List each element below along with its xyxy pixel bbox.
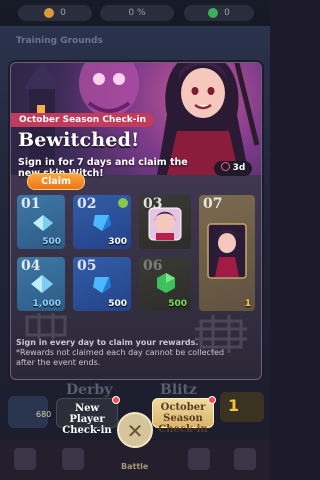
rule-note-2: *Rewards not claimed each day cannot be … [16,348,225,367]
sapphire-icon [93,215,111,231]
reward-day-5[interactable]: 05 500 [73,257,131,311]
mode-blitz[interactable]: Blitz [160,382,197,398]
gem-icon [208,7,219,18]
area-title: Training Grounds [16,36,103,46]
tab-october-label: October Season Check-in [158,402,208,435]
witch-skin-icon [207,223,247,279]
checkin-modal: October Season Check-in Bewitched! Sign … [10,62,262,380]
reward-amount: 500 [108,299,127,309]
resource-right[interactable]: 0 [184,5,254,21]
reward-day-4[interactable]: 04 1,000 [17,257,65,311]
days-left-text: 3d [232,163,246,173]
resource-mid[interactable]: 0 % [100,5,174,21]
reward-day-1[interactable]: 01 500 [17,195,65,249]
resource-left-value: 0 [60,8,66,18]
days-left-badge: 3d [214,161,252,176]
tab-new-player-label: New Player Check-in [62,403,112,436]
resource-right-value: 0 [224,8,230,18]
nav-settings-icon[interactable] [234,448,256,470]
reward-amount: 500 [168,299,187,309]
notification-dot [112,396,120,404]
resource-left[interactable]: 0 [18,5,92,21]
blitz-value: 1 [228,396,240,415]
diamond-icon [33,215,53,231]
mode-blitz-card[interactable] [220,392,264,422]
rule-note-1: Sign in every day to claim your rewards. [16,338,199,347]
day-number: 01 [21,196,41,212]
reward-amount: 1,000 [32,299,61,309]
day-number: 07 [203,196,223,212]
event-title: Bewitched! [18,129,140,151]
reward-amount: 300 [108,237,127,247]
coin-icon [44,7,55,18]
sapphire-icon [93,277,111,293]
tab-october-season-checkin[interactable]: October Season Check-in [152,396,216,435]
witch-avatar-icon [148,207,182,241]
nav-castle-icon[interactable] [62,448,84,470]
resource-mid-value: 0 % [128,8,146,18]
tab-new-player-checkin[interactable]: New Player Check-in [56,396,120,436]
battle-label: Battle [121,462,149,471]
mode-derby[interactable]: Derby [66,382,112,398]
season-label: October Season Check-in [11,113,154,127]
reward-amount: 1 [244,299,251,309]
nav-home-icon[interactable] [14,448,36,470]
notification-dot [208,396,216,404]
reward-day-2[interactable]: 02 300 [73,195,131,249]
claim-button[interactable]: Claim [27,173,85,190]
reward-day-6[interactable]: 06 500 [139,257,191,311]
reward-amount: 500 [42,237,61,247]
day-number: 05 [77,258,97,274]
close-icon: ✕ [126,419,144,443]
emerald-icon [157,273,175,293]
close-button[interactable]: ✕ [117,412,153,448]
day-number: 02 [77,196,97,212]
reward-day-7[interactable]: 07 1 [199,195,255,311]
reward-day-3[interactable]: 03 [139,195,191,249]
clock-icon [220,162,230,171]
derby-count: 680 [36,410,52,419]
knot-ornament-icon [25,313,67,339]
claimed-check-icon [118,198,128,208]
day-number: 04 [21,258,41,274]
nav-map-icon[interactable] [188,448,210,470]
diamond-icon [31,275,53,293]
